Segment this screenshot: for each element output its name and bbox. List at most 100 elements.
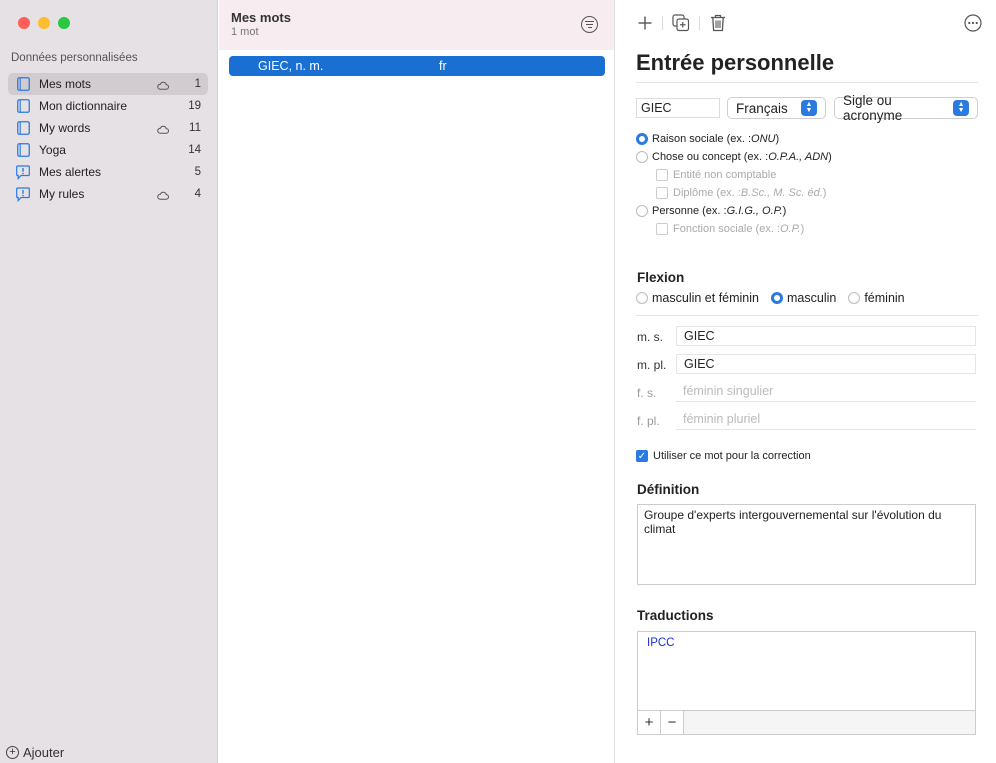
cloud-icon xyxy=(157,189,169,200)
category-select-value: Sigle ou acronyme xyxy=(843,93,903,123)
definition-textarea[interactable]: Groupe d'experts intergouvernemental sur… xyxy=(637,504,976,585)
sidebar-item-mon-dictionnaire[interactable]: Mon dictionnaire 19 xyxy=(8,95,208,117)
option-label: Diplôme (ex. : xyxy=(673,187,741,199)
book-icon xyxy=(16,77,30,92)
delete-entry-button[interactable] xyxy=(707,12,729,34)
option-example: B.Sc., M. Sc. éd. xyxy=(740,187,823,199)
option-label: Raison sociale (ex. : xyxy=(652,133,752,145)
option-example: O.P. xyxy=(780,223,801,235)
checkbox[interactable] xyxy=(656,223,668,235)
translations-toolbar: + − xyxy=(638,710,975,734)
option-label: féminin xyxy=(864,291,905,305)
sidebar-item-count: 14 xyxy=(188,144,201,156)
sidebar-item-label: Mon dictionnaire xyxy=(39,99,128,113)
radio-feminin[interactable]: féminin xyxy=(848,291,905,305)
book-icon xyxy=(16,143,30,158)
sidebar: Données personnalisées Mes mots 1 Mon di… xyxy=(0,0,218,763)
radio-button[interactable] xyxy=(636,151,648,163)
sidebar-item-my-words[interactable]: My words 11 xyxy=(8,117,208,139)
translations-list: IPCC + − xyxy=(637,631,976,735)
feminine-singular-input[interactable]: féminin singulier xyxy=(676,382,976,402)
sidebar-item-mes-mots[interactable]: Mes mots 1 xyxy=(8,73,208,95)
word-list-row-lang: fr xyxy=(439,59,447,73)
minimize-window-button[interactable] xyxy=(38,17,50,29)
sidebar-item-count: 1 xyxy=(194,78,201,90)
sidebar-item-label: My words xyxy=(39,121,91,135)
sidebar-item-my-rules[interactable]: My rules 4 xyxy=(8,183,208,205)
masculine-singular-input[interactable]: GIEC xyxy=(676,326,976,346)
duplicate-entry-button[interactable] xyxy=(670,12,692,34)
radio-raison-sociale[interactable]: Raison sociale (ex. : ONU) xyxy=(636,133,779,145)
flexion-heading: Flexion xyxy=(637,270,685,285)
option-label: masculin xyxy=(787,291,837,305)
option-label: Chose ou concept (ex. : xyxy=(652,151,769,163)
option-label: Utiliser ce mot pour la correction xyxy=(653,450,811,462)
option-label: Entité non comptable xyxy=(673,169,777,181)
word-list-row[interactable]: GIEC, n. m. fr xyxy=(229,56,605,76)
sidebar-item-label: Mes mots xyxy=(39,77,92,91)
language-select[interactable]: Français ▲ ▼ xyxy=(727,97,826,119)
option-label: Personne (ex. : xyxy=(652,205,727,217)
sidebar-item-count: 11 xyxy=(189,122,201,134)
translation-item[interactable]: IPCC xyxy=(647,637,674,649)
translations-heading: Traductions xyxy=(637,608,714,623)
radio-button[interactable] xyxy=(771,292,783,304)
sidebar-item-yoga[interactable]: Yoga 14 xyxy=(8,139,208,161)
trash-icon xyxy=(711,14,725,32)
checkbox-fonction-sociale[interactable]: Fonction sociale (ex. : O.P.) xyxy=(656,223,804,235)
feminine-plural-input[interactable]: féminin pluriel xyxy=(676,410,976,430)
checkbox[interactable] xyxy=(656,187,668,199)
checkmark-icon[interactable]: ✓ xyxy=(636,450,648,462)
use-for-correction-checkbox[interactable]: ✓ Utiliser ce mot pour la correction xyxy=(636,450,811,462)
sidebar-item-label: Yoga xyxy=(39,143,66,157)
toolbar-separator xyxy=(662,16,663,30)
gender-radio-group: masculin et féminin masculin féminin xyxy=(636,291,917,305)
sidebar-item-label: My rules xyxy=(39,187,85,201)
add-translation-button[interactable]: + xyxy=(638,711,661,734)
checkbox-entite-non-comptable[interactable]: Entité non comptable xyxy=(656,169,776,181)
option-suffix: ) xyxy=(828,151,832,163)
book-icon xyxy=(16,99,30,114)
divider xyxy=(636,315,978,316)
plus-circle-icon: + xyxy=(6,746,19,759)
filter-icon[interactable] xyxy=(581,16,598,33)
remove-translation-button[interactable]: − xyxy=(661,711,684,734)
word-list-title: Mes mots xyxy=(231,10,291,25)
radio-button[interactable] xyxy=(636,133,648,145)
add-entry-button[interactable] xyxy=(634,12,656,34)
radio-button[interactable] xyxy=(848,292,861,304)
word-list-header: Mes mots 1 mot xyxy=(219,0,614,50)
close-window-button[interactable] xyxy=(18,17,30,29)
plus-icon xyxy=(638,16,652,30)
language-select-value: Français xyxy=(736,100,788,116)
sidebar-header: Données personnalisées xyxy=(11,52,138,64)
masculine-plural-input[interactable]: GIEC xyxy=(676,354,976,374)
word-list-row-word: GIEC, n. m. xyxy=(258,59,324,73)
option-label: Fonction sociale (ex. : xyxy=(673,223,780,235)
add-collection-label: Ajouter xyxy=(23,745,65,760)
radio-personne[interactable]: Personne (ex. : G.I.G., O.P.) xyxy=(636,205,786,217)
checkbox[interactable] xyxy=(656,169,668,181)
sidebar-item-mes-alertes[interactable]: Mes alertes 5 xyxy=(8,161,208,183)
radio-button[interactable] xyxy=(636,292,648,304)
detail-toolbar xyxy=(634,12,982,36)
duplicate-icon xyxy=(672,14,690,32)
zoom-window-button[interactable] xyxy=(58,17,70,29)
category-select[interactable]: Sigle ou acronyme ▲ ▼ xyxy=(834,93,978,123)
radio-chose-ou-concept[interactable]: Chose ou concept (ex. : O.P.A., ADN) xyxy=(636,151,832,163)
word-input[interactable]: GIEC xyxy=(636,98,720,118)
more-options-button[interactable] xyxy=(962,12,984,34)
inflection-label: f. s. xyxy=(637,386,657,400)
option-label: masculin et féminin xyxy=(652,291,759,305)
sidebar-list: Mes mots 1 Mon dictionnaire 19 My words … xyxy=(8,73,208,205)
word-list-pane: Mes mots 1 mot GIEC, n. m. fr xyxy=(219,0,615,763)
checkbox-diplome[interactable]: Diplôme (ex. : B.Sc., M. Sc. éd.) xyxy=(656,187,826,199)
divider xyxy=(636,82,978,83)
inflection-label: m. pl. xyxy=(637,358,667,372)
option-suffix: ) xyxy=(822,187,827,199)
radio-masculin[interactable]: masculin xyxy=(771,291,836,305)
alert-bubble-icon xyxy=(16,186,30,202)
radio-masculin-et-feminin[interactable]: masculin et féminin xyxy=(636,291,759,305)
radio-button[interactable] xyxy=(636,205,648,217)
add-collection-button[interactable]: + Ajouter xyxy=(6,745,64,760)
